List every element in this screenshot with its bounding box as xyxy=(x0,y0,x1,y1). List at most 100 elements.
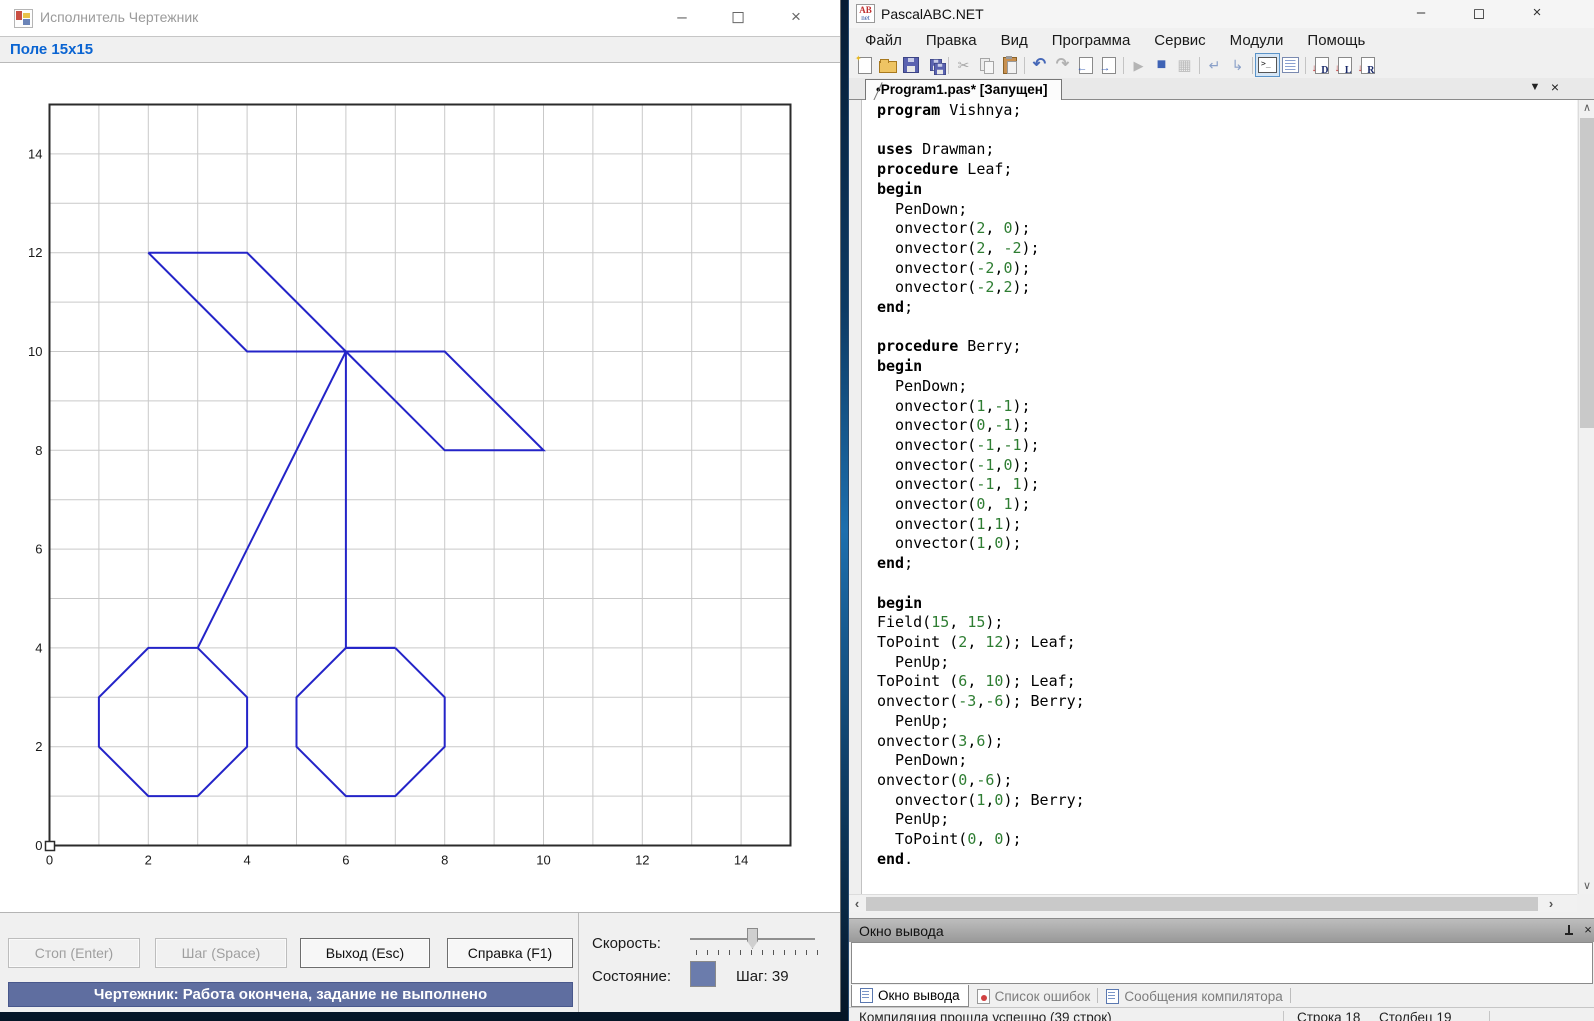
lmachine-module-icon[interactable]: ↓L xyxy=(1332,54,1355,76)
tab-close-icon[interactable]: × xyxy=(1547,79,1563,95)
code-line: onvector(0,-1); xyxy=(877,416,1567,436)
redo-icon[interactable]: ↷ xyxy=(1051,54,1074,76)
stop-button[interactable]: Стоп (Enter) xyxy=(8,938,140,968)
stop-icon[interactable]: ■ xyxy=(1150,54,1173,76)
scroll-up-icon[interactable]: ∧ xyxy=(1579,100,1594,116)
slider-tick xyxy=(773,950,774,955)
compile-status-message: Компиляция прошла успешно (39 строк) xyxy=(859,1010,1112,1021)
step-button[interactable]: Шаг (Space) xyxy=(155,938,287,968)
speed-slider-thumb[interactable] xyxy=(747,928,758,949)
close-icon[interactable]: × xyxy=(781,7,811,27)
minimize-icon[interactable]: – xyxy=(1407,4,1435,21)
code-line xyxy=(877,574,1567,594)
goto-next-icon[interactable]: → xyxy=(1097,54,1120,76)
menu-item-view[interactable]: Вид xyxy=(989,32,1040,49)
tab-program1[interactable]: •Program1.pas* [Запущен] xyxy=(865,79,1062,100)
pin-icon[interactable] xyxy=(1564,925,1574,937)
code-text: program Vishnya; uses Drawman;procedure … xyxy=(877,101,1567,891)
code-line: onvector(1,0); Berry; xyxy=(877,791,1567,811)
open-file-icon[interactable] xyxy=(876,54,899,76)
exit-button[interactable]: Выход (Esc) xyxy=(300,938,430,968)
scroll-right-icon[interactable]: › xyxy=(1543,895,1559,912)
state-indicator xyxy=(690,961,716,987)
menu-item-modules[interactable]: Модули xyxy=(1218,32,1296,49)
goto-prev-icon[interactable]: ← xyxy=(1074,54,1097,76)
format-fwd-icon[interactable]: ↳ xyxy=(1226,54,1249,76)
code-line: onvector(1,0); xyxy=(877,534,1567,554)
svg-text:14: 14 xyxy=(28,146,42,161)
breakpoints-icon[interactable]: ▦ xyxy=(1173,54,1196,76)
cursor-line-indicator: Строка 18 xyxy=(1297,1010,1360,1021)
save-all-icon[interactable] xyxy=(922,54,945,76)
svg-text:12: 12 xyxy=(28,245,42,260)
tab-errors[interactable]: Список ошибок xyxy=(969,985,1099,1007)
menu-item-edit[interactable]: Правка xyxy=(914,32,989,49)
code-line: onvector(-2,0); xyxy=(877,259,1567,279)
menu-item-file[interactable]: Файл xyxy=(853,32,914,49)
editor-vertical-scrollbar[interactable]: ∧ ∨ xyxy=(1578,100,1594,894)
slider-tick xyxy=(795,950,796,955)
svg-text:4: 4 xyxy=(35,640,42,655)
paste-icon[interactable] xyxy=(998,54,1021,76)
drawman-window: Исполнитель Чертежник – ◻ × Поле 15x15 0… xyxy=(0,0,841,1012)
minimize-icon[interactable]: – xyxy=(667,7,697,27)
slider-tick xyxy=(751,950,752,955)
code-line: PenUp; xyxy=(877,810,1567,830)
save-icon[interactable] xyxy=(899,54,922,76)
svg-text:10: 10 xyxy=(28,344,42,359)
robot-module-icon[interactable]: ↓R xyxy=(1355,54,1378,76)
output-console[interactable] xyxy=(851,942,1593,984)
slider-tick xyxy=(707,950,708,955)
scroll-left-icon[interactable]: ‹ xyxy=(849,895,865,912)
code-line: onvector(-1,0); xyxy=(877,456,1567,476)
new-file-icon[interactable]: ✦ xyxy=(853,54,876,76)
slider-tick xyxy=(740,950,741,955)
maximize-icon[interactable]: ◻ xyxy=(1465,4,1493,22)
run-icon[interactable]: ▶ xyxy=(1127,54,1150,76)
code-line: PenDown; xyxy=(877,751,1567,771)
code-line: end. xyxy=(877,850,1567,870)
ide-titlebar: ABnet PascalABC.NET – ◻ × xyxy=(849,0,1594,28)
scroll-down-icon[interactable]: ∨ xyxy=(1579,878,1594,894)
code-line: uses Drawman; xyxy=(877,140,1567,160)
help-button[interactable]: Справка (F1) xyxy=(447,938,573,968)
code-line: ToPoint (2, 12); Leaf; xyxy=(877,633,1567,653)
tab-list-dropdown-icon[interactable]: ▼ xyxy=(1527,81,1543,93)
pascalabc-window: ABnet PascalABC.NET – ◻ × ФайлПравкаВидП… xyxy=(848,0,1594,1021)
tab-compiler[interactable]: Сообщения компилятора xyxy=(1098,985,1290,1007)
code-line: end; xyxy=(877,298,1567,318)
output-close-icon[interactable]: × xyxy=(1581,922,1594,937)
close-icon[interactable]: × xyxy=(1523,4,1551,21)
code-line: PenDown; xyxy=(877,377,1567,397)
copy-icon[interactable] xyxy=(975,54,998,76)
ide-window-title: PascalABC.NET xyxy=(881,6,984,22)
toolbar-separator xyxy=(1199,57,1200,74)
drawman-module-icon[interactable]: ↓D xyxy=(1309,54,1332,76)
output-panel-title: Окно вывода xyxy=(859,923,944,939)
pascalabc-app-icon: ABnet xyxy=(856,4,875,23)
code-line xyxy=(877,318,1567,338)
toolbar: ✦ ✂ ↶↷←→ ▶■▦ ↵↳ >_ ↓D↓L↓R xyxy=(853,52,1378,78)
svg-text:6: 6 xyxy=(35,542,42,557)
cut-icon[interactable]: ✂ xyxy=(952,54,975,76)
menu-item-help[interactable]: Помощь xyxy=(1295,32,1377,49)
undo-icon[interactable]: ↶ xyxy=(1028,54,1051,76)
menu-item-program[interactable]: Программа xyxy=(1040,32,1143,49)
drawman-control-panel: Стоп (Enter) Шаг (Space) Выход (Esc) Справк… xyxy=(0,912,840,1012)
svg-text:4: 4 xyxy=(243,853,250,868)
drawman-titlebar: Исполнитель Чертежник – ◻ × xyxy=(0,0,840,37)
svg-text:8: 8 xyxy=(35,443,42,458)
field-size-label: Поле 15x15 xyxy=(10,41,93,58)
format-back-icon[interactable]: ↵ xyxy=(1203,54,1226,76)
code-line: procedure Leaf; xyxy=(877,160,1567,180)
output-window-icon[interactable] xyxy=(1279,54,1302,76)
menu-item-service[interactable]: Сервис xyxy=(1142,32,1217,49)
vertical-scroll-thumb[interactable] xyxy=(1580,118,1594,428)
horizontal-scroll-thumb[interactable] xyxy=(866,897,1538,911)
editor-horizontal-scrollbar[interactable]: ‹ › xyxy=(849,894,1577,912)
svg-text:10: 10 xyxy=(536,853,550,868)
ide-status-bar: Компиляция прошла успешно (39 строк) Стр… xyxy=(849,1007,1594,1021)
maximize-icon[interactable]: ◻ xyxy=(723,7,753,27)
tab-output[interactable]: Окно вывода xyxy=(851,985,969,1007)
console-window-icon[interactable]: >_ xyxy=(1256,54,1279,76)
